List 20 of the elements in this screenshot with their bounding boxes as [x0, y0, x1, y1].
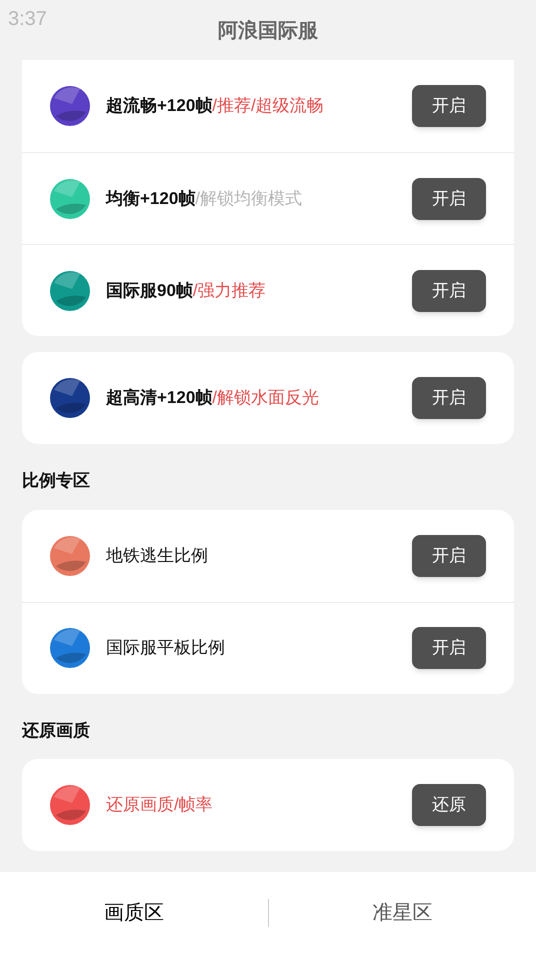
page-title: 阿浪国际服: [218, 18, 318, 44]
option-label: 国际服90帧/强力推荐: [106, 280, 266, 300]
option-label: 国际服平板比例: [106, 638, 225, 658]
enable-button[interactable]: 开启: [412, 377, 486, 419]
option-label: 还原画质/帧率: [106, 795, 213, 814]
bottom-tab[interactable]: 画质区: [0, 898, 268, 928]
option-label: 地铁逃生比例: [106, 546, 208, 565]
enable-button[interactable]: 开启: [412, 178, 486, 220]
option-label: 超高清+120帧/解锁水面反光: [106, 388, 320, 408]
enable-button[interactable]: 还原: [412, 784, 486, 826]
section-heading: 比例专区: [22, 470, 91, 492]
option-label: 超流畅+120帧/推荐/超级流畅: [106, 96, 324, 116]
section-heading: 还原画质: [22, 720, 91, 742]
enable-button[interactable]: 开启: [412, 534, 486, 576]
bottom-tab[interactable]: 准星区: [268, 898, 536, 928]
enable-button[interactable]: 开启: [412, 85, 486, 127]
enable-button[interactable]: 开启: [412, 627, 486, 669]
enable-button[interactable]: 开启: [412, 270, 486, 312]
option-label: 均衡+120帧/解锁均衡模式: [106, 188, 302, 208]
status-time: 3:37: [8, 7, 47, 32]
